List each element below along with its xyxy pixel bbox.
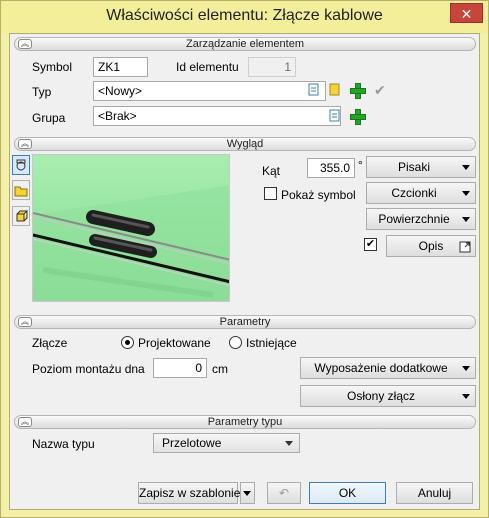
extra-equipment-button-label: Wyposażenie dodatkowe (314, 361, 448, 375)
section-appearance-header[interactable]: ︽ Wygląd (14, 137, 476, 151)
add-group-icon[interactable] (349, 108, 366, 125)
add-type-icon[interactable] (349, 82, 366, 99)
section-parameters-title: Parametry (219, 316, 271, 328)
type-save-icon[interactable] (328, 82, 341, 98)
group-label: Grupa (32, 111, 66, 125)
chevron-down-icon (285, 441, 293, 446)
description-button-label: Opis (418, 239, 444, 253)
dialog-body: ︽ Zarządzanie elementem Symbol ZK1 Id el… (9, 33, 480, 510)
surfaces-button[interactable]: Powierzchnie (366, 208, 476, 230)
section-type-parameters-header[interactable]: ︽ Parametry typu (14, 415, 476, 429)
group-pick-icon[interactable] (328, 108, 341, 124)
type-pick-icon[interactable] (307, 82, 320, 98)
symbol-input[interactable]: ZK1 (93, 57, 148, 77)
save-in-template-button[interactable]: Zapisz w szablonie (138, 482, 240, 504)
joint-covers-button-label: Osłony złącz (346, 389, 416, 403)
section-management-header[interactable]: ︽ Zarządzanie elementem (14, 37, 476, 51)
angle-label: Kąt (262, 164, 281, 178)
3d-preview[interactable] (32, 154, 230, 302)
angle-unit: ° (358, 158, 363, 172)
chevron-down-icon (243, 491, 251, 496)
chevron-down-icon (462, 217, 470, 222)
undo-button[interactable]: ↶ (267, 482, 301, 504)
type-label: Typ (32, 85, 52, 99)
joint-covers-button[interactable]: Osłony złącz (300, 385, 476, 407)
open-window-icon (459, 239, 471, 259)
description-button[interactable]: Opis (386, 235, 476, 257)
cancel-button[interactable]: Anuluj (396, 482, 473, 504)
extra-equipment-button[interactable]: Wyposażenie dodatkowe (300, 357, 476, 379)
type-name-label: Nazwa typu (32, 437, 95, 451)
type-name-value: Przelotowe (162, 436, 222, 450)
mount-level-label: Poziom montażu dna (32, 362, 145, 376)
show-symbol-label: Pokaż symbol (281, 188, 356, 202)
mount-level-input[interactable]: 0 (153, 358, 207, 378)
surfaces-button-label: Powierzchnie (378, 212, 450, 226)
title-bar[interactable]: Właściwości elementu: Złącze kablowe ✕ (1, 1, 488, 33)
undo-icon: ↶ (278, 486, 290, 500)
symbol-label: Symbol (32, 60, 73, 74)
save-template-dropdown[interactable] (240, 482, 255, 504)
show-symbol-checkbox[interactable] (264, 187, 277, 200)
existing-radio[interactable] (229, 336, 242, 349)
type-name-select[interactable]: Przelotowe (153, 433, 300, 453)
joint-label: Złącze (32, 336, 68, 350)
designed-radio-label: Projektowane (138, 336, 211, 350)
section-parameters-header[interactable]: ︽ Parametry (14, 315, 476, 329)
confirm-check-icon: ✔ (374, 82, 386, 98)
view-3d-tool-icon[interactable] (12, 155, 30, 175)
section-appearance-title: Wygląd (226, 138, 264, 150)
folder-tool-icon[interactable] (12, 180, 30, 200)
group-field[interactable]: <Brak> (93, 106, 341, 126)
existing-radio-label: Istniejące (246, 336, 297, 350)
mount-level-unit: cm (212, 362, 228, 376)
dialog-window: Właściwości elementu: Złącze kablowe ✕ ︽… (0, 0, 489, 518)
section-management-title: Zarządzanie elementem (185, 38, 304, 50)
window-title: Właściwości elementu: Złącze kablowe (106, 7, 383, 24)
element-id-field: 1 (248, 57, 296, 77)
close-button[interactable]: ✕ (450, 3, 483, 23)
chevron-down-icon (462, 394, 470, 399)
pens-button-label: Pisaki (397, 160, 430, 174)
type-field[interactable]: <Nowy> (93, 81, 326, 101)
element-id-label: Id elementu (176, 60, 239, 74)
chevron-down-icon (462, 165, 470, 170)
fonts-button[interactable]: Czcionki (366, 182, 476, 204)
description-checkbox[interactable]: ✔ (364, 238, 377, 251)
chevron-down-icon (462, 366, 470, 371)
chevron-down-icon (462, 191, 470, 196)
ok-button[interactable]: OK (309, 482, 386, 504)
pens-button[interactable]: Pisaki (366, 156, 476, 178)
section-type-parameters-title: Parametry typu (207, 416, 283, 428)
fonts-button-label: Czcionki (391, 186, 437, 200)
angle-input[interactable]: 355.0 (307, 158, 355, 178)
cube-tool-icon[interactable] (12, 206, 30, 226)
designed-radio[interactable] (121, 336, 134, 349)
